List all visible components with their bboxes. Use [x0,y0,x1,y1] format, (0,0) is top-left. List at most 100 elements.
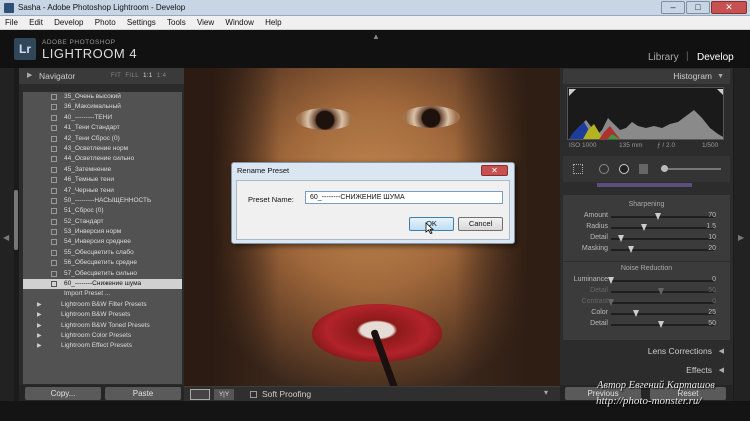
menu-file[interactable]: File [0,16,22,30]
slider-value[interactable]: 10 [708,234,716,241]
slider-row[interactable]: Amount 70 [563,212,730,222]
dialog-close-button[interactable]: ✕ [481,165,508,176]
crop-tool-icon[interactable] [573,164,583,174]
minimize-button[interactable]: – [661,1,685,14]
slider-row[interactable]: Contrast 0 [563,298,730,308]
preset-item[interactable]: 46_Темные тени [23,175,182,185]
menu-window[interactable]: Window [220,16,257,30]
slider-track[interactable] [611,313,714,315]
preset-item[interactable]: 47_Черные тени [23,186,182,196]
menu-view[interactable]: View [192,16,218,30]
menu-develop[interactable]: Develop [49,16,87,30]
slider-value[interactable]: 25 [708,309,716,316]
preset-folder[interactable]: ▶ Lightroom B&W Presets [23,310,182,320]
slider-row[interactable]: Color 25 [563,309,730,319]
soft-proofing-checkbox[interactable] [250,391,257,398]
slider-value[interactable]: 1.5 [706,223,716,230]
preset-item[interactable]: 44_Осветление сильно [23,154,182,164]
before-after-button[interactable]: Y|Y [214,389,234,400]
slider-row[interactable]: Masking 20 [563,245,730,255]
lens-corrections-header[interactable]: Lens Corrections ◀ [563,344,730,359]
folder-expand-icon[interactable]: ▶ [37,331,42,341]
preset-item[interactable]: 36_Максимальный [23,102,182,112]
preset-item[interactable]: 41_Тени Стандарт [23,123,182,133]
folder-expand-icon[interactable]: ▶ [37,321,42,331]
navigator-header[interactable]: ▶ Navigator FIT FILL 1:1 1:4 [19,68,184,84]
zoom-fill[interactable]: FILL [125,73,139,79]
slider-value[interactable]: 20 [708,245,716,252]
preset-folder[interactable]: ▶ Lightroom Effect Presets [23,341,182,351]
expand-left-icon[interactable]: ◀ [3,233,9,242]
collapse-top-icon[interactable]: ▲ [372,32,380,41]
slider-row[interactable]: Detail 10 [563,234,730,244]
expand-right-icon[interactable]: ▶ [738,233,744,242]
left-scrollbar[interactable] [14,190,18,250]
menu-edit[interactable]: Edit [24,16,47,30]
preset-item[interactable]: 35_Очень высокий [23,92,182,102]
preset-item[interactable]: 43_Осветление норм [23,144,182,154]
slider-track[interactable] [611,280,714,282]
slider-value[interactable]: 70 [708,212,716,219]
histogram-collapse-icon[interactable]: ▼ [717,69,724,84]
slider-track[interactable] [611,216,714,218]
preset-folder[interactable]: ▶ Lightroom Color Presets [23,331,182,341]
menu-help[interactable]: Help [260,16,285,30]
preset-name-input[interactable] [305,191,503,204]
histogram-header[interactable]: Histogram ▼ [563,69,730,84]
paste-button[interactable]: Paste [105,387,181,400]
preset-folder[interactable]: ▶ Lightroom B&W Toned Presets [23,321,182,331]
preset-item[interactable]: 51_Сброс (0) [23,206,182,216]
preset-item[interactable]: 54_Инверсия среднее [23,237,182,247]
slider-track[interactable] [611,227,714,229]
lens-expand-icon[interactable]: ◀ [719,344,724,359]
menu-settings[interactable]: Settings [122,16,160,30]
left-collapse-bar[interactable]: ◀ [0,68,14,401]
module-library[interactable]: Library [648,52,679,63]
preset-item[interactable]: 52_Стандарт [23,217,182,227]
preset-item[interactable]: 55_Обесцветить слабо [23,248,182,258]
preset-item[interactable]: 40_---------ТЕНИ [23,113,182,123]
preset-item[interactable]: 57_Обесцветить сильно [23,269,182,279]
spot-removal-icon[interactable] [599,164,609,174]
navigator-expand-icon[interactable]: ▶ [27,68,32,84]
effects-expand-icon[interactable]: ◀ [719,363,724,378]
slider-track[interactable] [611,249,714,251]
preset-item[interactable]: 42_Тени Сброс (0) [23,134,182,144]
slider-value[interactable]: 0 [712,276,716,283]
effects-header[interactable]: Effects ◀ [563,363,730,378]
cancel-button[interactable]: Cancel [458,217,503,231]
module-develop[interactable]: Develop [697,52,734,63]
preset-item-selected[interactable]: 60_--------Снижение шума [23,279,182,290]
copy-button[interactable]: Copy... [25,387,101,400]
zoom-1-4[interactable]: 1:4 [157,73,167,79]
maximize-button[interactable]: □ [686,1,710,14]
folder-expand-icon[interactable]: ▶ [37,341,42,351]
close-button[interactable]: ✕ [711,1,747,14]
slider-row[interactable]: Luminance 0 [563,276,730,286]
preset-folder[interactable]: ▶ Lightroom B&W Filter Presets [23,300,182,310]
slider-value[interactable]: 50 [708,320,716,327]
graduated-filter-icon[interactable] [639,164,648,174]
preset-item[interactable]: 53_Инверсия норм [23,227,182,237]
toolbar-menu-icon[interactable]: ▾ [544,388,548,397]
menu-photo[interactable]: Photo [90,16,120,30]
slider-value[interactable]: 0 [712,298,716,305]
folder-expand-icon[interactable]: ▶ [37,300,42,310]
right-collapse-bar[interactable]: ▶ [734,68,750,401]
preset-item[interactable]: 50_---------НАСЫЩЕННОСТЬ [23,196,182,206]
slider-row[interactable]: Radius 1.5 [563,223,730,233]
loupe-view-icon[interactable] [190,389,210,400]
slider-track[interactable] [611,302,714,304]
import-preset-item[interactable]: Import Preset ... [23,289,182,299]
zoom-1-1[interactable]: 1:1 [143,73,153,79]
slider-row[interactable]: Detail 50 [563,287,730,297]
brush-slider-icon[interactable] [661,168,721,170]
slider-track[interactable] [611,238,714,240]
red-eye-icon[interactable] [619,164,629,174]
zoom-fit[interactable]: FIT [111,73,121,79]
preset-item[interactable]: 45_Затемнение [23,165,182,175]
slider-row[interactable]: Detail 50 [563,320,730,330]
brush-knob-icon[interactable] [661,165,668,172]
menu-tools[interactable]: Tools [162,16,190,30]
slider-value[interactable]: 50 [708,287,716,294]
